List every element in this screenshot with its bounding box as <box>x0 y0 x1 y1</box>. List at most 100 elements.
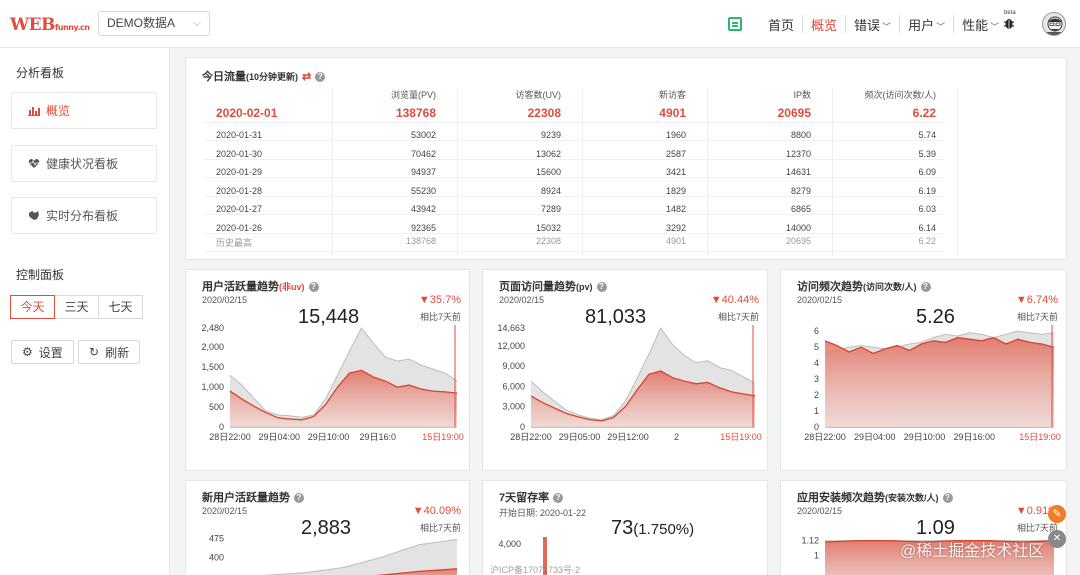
map-icon <box>29 211 39 220</box>
avatar-face-icon <box>1047 16 1063 35</box>
chart-card: 页面访问量趋势(pv)? 2020/02/15 81,033 ▼40.44% 相比7天前… <box>482 269 768 471</box>
trend-chart: 0 1 2 3 4 5 6 28日22:00 29日04:00 29日10:00 29日16:00 1… <box>804 325 1061 442</box>
chevron-down-icon: ﹀ <box>936 21 946 32</box>
help-icon[interactable]: ? <box>315 72 326 82</box>
nav-home[interactable]: 首页 <box>760 15 802 34</box>
chevron-down-icon: ﹀ <box>882 21 892 32</box>
close-icon[interactable]: ✕ <box>1048 530 1066 548</box>
table-row: 2020-01-29 94937 15600 3421 14631 6.09 <box>204 167 944 183</box>
project-select[interactable]: DEMO数据A ⌵ <box>98 11 210 36</box>
y-tick-label: 2,000 <box>201 342 224 352</box>
y-tick-label: 2,480 <box>201 323 224 333</box>
table-row-divider <box>204 159 944 160</box>
table-header-row: 浏览量(PV) 访客数(UV) 新访客 IP数 频次(访问次数/人) <box>204 88 944 104</box>
x-tick-label: 29日04:00 <box>854 432 896 442</box>
table-cell: 22308 <box>527 106 561 120</box>
x-tick-label: 28日22:00 <box>510 432 552 442</box>
table-row: 2020-01-31 53002 9239 1960 8800 5.74 <box>204 130 944 146</box>
y-tick-label: 1,500 <box>201 362 224 372</box>
sidebar-item-health[interactable]: 健康状况看板 <box>11 145 157 182</box>
bug-icon[interactable] <box>1003 16 1015 30</box>
y-tick-label: 0 <box>814 422 819 432</box>
y-tick-label: 1.12 <box>801 536 819 546</box>
table-cell: 138768 <box>405 236 436 246</box>
table-column-divider <box>457 88 458 256</box>
nav-performance[interactable]: 性能 ﹀ <box>954 15 1007 34</box>
table-cell: 92365 <box>410 222 436 233</box>
nav-overview[interactable]: 概览 <box>803 15 845 34</box>
table-cell: 6.19 <box>918 185 936 196</box>
range-three-days[interactable]: 三天 <box>54 295 99 319</box>
traffic-title: 今日流量(10分钟更新) ⇄? <box>202 68 326 84</box>
series-area-current <box>825 337 1054 427</box>
table-cell: 43942 <box>410 204 436 214</box>
table-cell: 频次(访问次数/人) <box>864 90 937 100</box>
table-cell: 94937 <box>410 167 436 177</box>
table-row-divider <box>204 196 944 197</box>
y-tick-label: 4 <box>814 358 819 368</box>
x-tick-label: 15日19:00 <box>422 432 464 442</box>
sidebar-item-overview[interactable]: 概览 <box>11 92 157 129</box>
refresh-icon: ↻ <box>89 345 100 359</box>
nav-users[interactable]: 用户 ﹀ <box>900 15 953 34</box>
refresh-label: 刷新 <box>105 345 130 360</box>
table-cell: 2020-01-26 <box>216 222 263 233</box>
y-tick-label: 4,000 <box>498 539 521 549</box>
table-cell: 1482 <box>665 204 686 214</box>
table-column-divider <box>332 88 333 256</box>
table-cell: 55230 <box>410 185 436 196</box>
table-cell: 6.03 <box>918 204 936 214</box>
x-tick-label: 29日16:00 <box>953 432 995 442</box>
trend-chart: 3,0004,000 <box>498 537 547 575</box>
table-cell: 13062 <box>535 148 561 159</box>
table-cell: 8279 <box>790 185 811 196</box>
table-column-divider <box>832 88 833 256</box>
document-icon[interactable] <box>728 17 742 31</box>
table-cell: 1960 <box>665 130 686 140</box>
range-seven-days[interactable]: 七天 <box>98 295 143 319</box>
table-cell: 2020-01-29 <box>216 167 263 177</box>
nav-errors[interactable]: 错误 ﹀ <box>846 15 899 34</box>
x-tick-label: 29日12:00 <box>607 432 649 442</box>
control-section-title: 控制面板 <box>16 268 65 282</box>
icp-text: 沪ICP备17071733号-2 <box>490 565 581 575</box>
table-cell: 4901 <box>659 106 686 120</box>
refresh-icon[interactable]: ⇄ <box>302 71 311 83</box>
chart-card: 用户活跃量趋势(非uv)? 2020/02/15 15,448 ▼35.7% 相比7天前… <box>185 269 470 471</box>
y-tick-label: 9,000 <box>502 361 525 371</box>
chart-card: 7天留存率?开始日期: 2020-01-2273(1.750%)3,0004,0… <box>482 480 768 575</box>
table-cell: 6.09 <box>918 167 936 177</box>
wrench-icon[interactable]: ✎ <box>1048 505 1066 523</box>
traffic-panel: 今日流量(10分钟更新) ⇄? 浏览量(PV) 访客数(UV) 新访客 IP数 频次(访问… <box>185 57 1067 260</box>
gear-icon: ⚙ <box>22 345 33 359</box>
table-cell: 5.39 <box>918 148 936 159</box>
settings-button[interactable]: ⚙ 设置 <box>11 340 74 364</box>
avatar[interactable] <box>1042 12 1066 36</box>
table-cell: 20695 <box>785 236 811 246</box>
bar-chart-icon <box>28 107 40 116</box>
table-row-divider <box>204 251 944 252</box>
logo[interactable]: WEBfunny.cn <box>10 15 90 35</box>
y-tick-label: 2 <box>814 390 819 400</box>
table-cell: 历史最高 <box>216 238 253 248</box>
table-cell: 7289 <box>540 204 561 214</box>
trend-chart: 0 3,000 6,000 9,000 12,000 14,663 28日22:00 29日0… <box>497 323 761 442</box>
table-row: 2020-01-30 70462 13062 2587 12370 5.39 <box>204 149 944 165</box>
sidebar-item-realtime[interactable]: 实时分布看板 <box>11 197 157 234</box>
table-cell: 15600 <box>535 167 561 177</box>
table-row-divider <box>204 177 944 178</box>
table-cell: 6.14 <box>918 222 936 233</box>
table-cell: 14631 <box>785 167 811 177</box>
x-tick-label: 28日22:00 <box>209 432 251 442</box>
settings-label: 设置 <box>38 345 63 360</box>
top-header: WEBfunny.cn DEMO数据A ⌵ 首页 概览 错误 ﹀ 用户 ﹀ 性能 ﹀ b… <box>0 0 1080 48</box>
table-cell: 访客数(UV) <box>515 90 562 100</box>
range-today[interactable]: 今天 <box>10 295 55 319</box>
x-tick-label: 29日10:00 <box>308 432 350 442</box>
chart-card: 新用户活跃量趋势? 2020/02/15 2,883 ▼40.09% 相比7天前 400 4… <box>185 480 470 575</box>
table-cell: 6.22 <box>912 106 936 120</box>
table-cell: 1829 <box>665 185 686 196</box>
table-row: 2020-01-28 55230 8924 1829 8279 6.19 <box>204 186 944 202</box>
main-nav: 首页 概览 错误 ﹀ 用户 ﹀ 性能 ﹀ <box>728 0 1007 48</box>
refresh-button[interactable]: ↻ 刷新 <box>78 340 141 364</box>
